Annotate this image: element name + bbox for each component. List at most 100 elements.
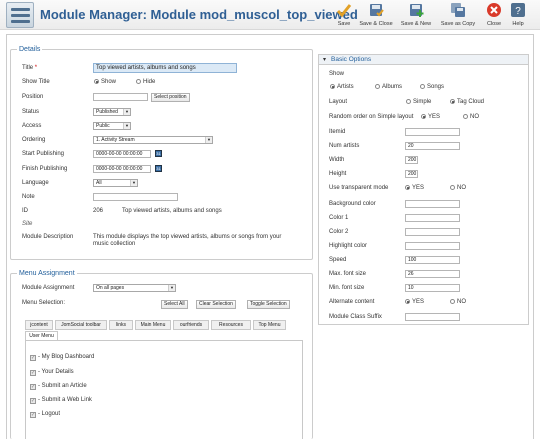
title-input[interactable]: Top viewed artists, albums and songs xyxy=(93,63,237,73)
access-select[interactable]: Public ▼ xyxy=(93,122,131,130)
access-label: Access xyxy=(22,123,42,129)
itemid-input[interactable] xyxy=(405,128,460,136)
note-input[interactable] xyxy=(93,193,178,201)
tab-links[interactable]: links xyxy=(109,320,133,330)
ordering-select[interactable]: 1. Activity Stream ▼ xyxy=(93,136,213,144)
color2-label: Color 2 xyxy=(329,229,349,235)
show-songs-radio[interactable]: Songs xyxy=(420,84,444,90)
status-select[interactable]: Published ▼ xyxy=(93,108,131,116)
menu-item-checkbox[interactable]: ✓ - Submit an Article xyxy=(30,383,87,390)
id-title-text: Top viewed artists, albums and songs xyxy=(122,208,222,214)
background-color-label: Background color xyxy=(329,201,376,207)
height-input[interactable]: 200 xyxy=(405,170,418,178)
width-label: Width xyxy=(329,157,345,163)
color2-input[interactable] xyxy=(405,228,460,236)
page-title: Module Manager: Module mod_muscol_top_vi… xyxy=(40,7,358,22)
max-font-size-label: Max. font size xyxy=(329,271,367,277)
speed-label: Speed xyxy=(329,257,347,263)
language-select[interactable]: All ▼ xyxy=(93,179,138,187)
position-label: Position xyxy=(22,94,44,100)
help-icon: ? xyxy=(510,2,526,18)
tab-top-menu[interactable]: Top Menu xyxy=(253,320,286,330)
alternate-content-yes-radio[interactable]: YES xyxy=(405,299,424,305)
show-albums-radio[interactable]: Albums xyxy=(375,84,402,90)
start-publishing-input[interactable]: 0000-00-00 00:00:00 xyxy=(93,150,151,158)
tab-resources[interactable]: Resources xyxy=(211,320,251,330)
show-label: Show xyxy=(329,71,345,77)
ordering-label: Ordering xyxy=(22,137,46,143)
finish-publishing-label: Finish Publishing xyxy=(22,166,68,172)
height-label: Height xyxy=(329,171,347,177)
check-icon xyxy=(336,2,352,18)
tab-jcontent[interactable]: jcontent xyxy=(25,320,53,330)
transparent-yes-radio[interactable]: YES xyxy=(405,185,424,191)
basic-options-header[interactable]: ▾ Basic Options xyxy=(319,55,528,65)
highlight-color-input[interactable] xyxy=(405,242,460,250)
details-legend: Details xyxy=(19,46,41,53)
position-input[interactable] xyxy=(93,93,148,101)
disk-plus-icon xyxy=(408,2,424,18)
min-font-size-input[interactable]: 10 xyxy=(405,284,460,292)
show-artists-radio[interactable]: Artists xyxy=(330,84,354,90)
select-position-button[interactable]: Select position xyxy=(151,93,190,102)
module-class-suffix-input[interactable] xyxy=(405,313,460,321)
chevron-down-icon: ▼ xyxy=(123,109,130,115)
layout-simple-radio[interactable]: Simple xyxy=(406,99,431,105)
speed-input[interactable]: 100 xyxy=(405,256,460,264)
alternate-content-no-radio[interactable]: NO xyxy=(450,299,466,305)
site-label: Site xyxy=(22,221,33,227)
finish-publishing-input[interactable]: 0000-00-00 00:00:00 xyxy=(93,165,151,173)
save-button[interactable]: Save xyxy=(326,2,362,27)
highlight-color-label: Highlight color xyxy=(329,243,368,249)
menu-item-checkbox[interactable]: ✓ - Logout xyxy=(30,411,60,418)
module-description-line-1: This module displays the top viewed arti… xyxy=(93,234,282,240)
tab-ourfriends[interactable]: ourfriends xyxy=(173,320,209,330)
svg-text:?: ? xyxy=(515,6,521,17)
module-assignment-select[interactable]: On all pages ▼ xyxy=(93,284,176,292)
background-color-input[interactable] xyxy=(405,200,460,208)
title-label: Title * xyxy=(22,65,38,71)
tab-main-menu[interactable]: Main Menu xyxy=(135,320,171,330)
width-input[interactable]: 200 xyxy=(405,156,418,164)
layout-label: Layout xyxy=(329,99,348,105)
chevron-down-icon: ▼ xyxy=(123,123,130,129)
save-as-copy-button[interactable]: Save as Copy xyxy=(440,2,476,27)
select-all-button[interactable]: Select All xyxy=(161,300,188,309)
id-label: ID xyxy=(22,208,28,214)
help-button[interactable]: ? Help xyxy=(500,2,536,27)
chevron-down-icon: ▼ xyxy=(168,285,175,291)
save-close-button[interactable]: Save & Close xyxy=(358,2,394,27)
tab-jomsocial-toolbar[interactable]: JomSocial toolbar xyxy=(55,320,107,330)
calendar-icon[interactable]: 31 xyxy=(155,165,162,172)
menu-item-checkbox[interactable]: ✓ - Your Details xyxy=(30,369,74,376)
module-description-label: Module Description xyxy=(22,234,74,240)
note-label: Note xyxy=(22,194,35,200)
id-value: 206 xyxy=(93,208,104,214)
random-order-no-radio[interactable]: NO xyxy=(463,114,479,120)
menu-item-checkbox[interactable]: ✓ - My Blog Dashboard xyxy=(30,354,94,361)
menu-item-checkbox[interactable]: ✓ - Submit a Web Link xyxy=(30,397,92,404)
collapse-arrow-icon: ▾ xyxy=(323,57,327,63)
clear-selection-button[interactable]: Clear Selection xyxy=(196,300,236,309)
show-title-show-radio[interactable]: Show xyxy=(94,79,116,85)
show-title-hide-radio[interactable]: Hide xyxy=(136,79,155,85)
disk-copy-icon xyxy=(450,2,466,18)
toolbar-header: Module Manager: Module mod_muscol_top_vi… xyxy=(0,0,540,30)
chevron-down-icon: ▼ xyxy=(205,137,212,143)
language-label: Language xyxy=(22,180,49,186)
save-new-button[interactable]: Save & New xyxy=(398,2,434,27)
chevron-down-icon: ▼ xyxy=(130,180,137,186)
color1-input[interactable] xyxy=(405,214,460,222)
color1-label: Color 1 xyxy=(329,215,349,221)
layout-tag-cloud-radio[interactable]: Tag Cloud xyxy=(450,99,484,105)
menu-assignment-legend: Menu Assignment xyxy=(19,270,75,277)
num-artists-input[interactable]: 20 xyxy=(405,142,460,150)
start-publishing-label: Start Publishing xyxy=(22,151,65,157)
max-font-size-input[interactable]: 26 xyxy=(405,270,460,278)
calendar-icon[interactable]: 31 xyxy=(155,150,162,157)
module-assignment-label: Module Assignment xyxy=(22,285,75,291)
transparent-no-radio[interactable]: NO xyxy=(450,185,466,191)
random-order-yes-radio[interactable]: YES xyxy=(421,114,440,120)
module-manager-icon xyxy=(6,2,34,28)
toggle-selection-button[interactable]: Toggle Selection xyxy=(247,300,290,309)
